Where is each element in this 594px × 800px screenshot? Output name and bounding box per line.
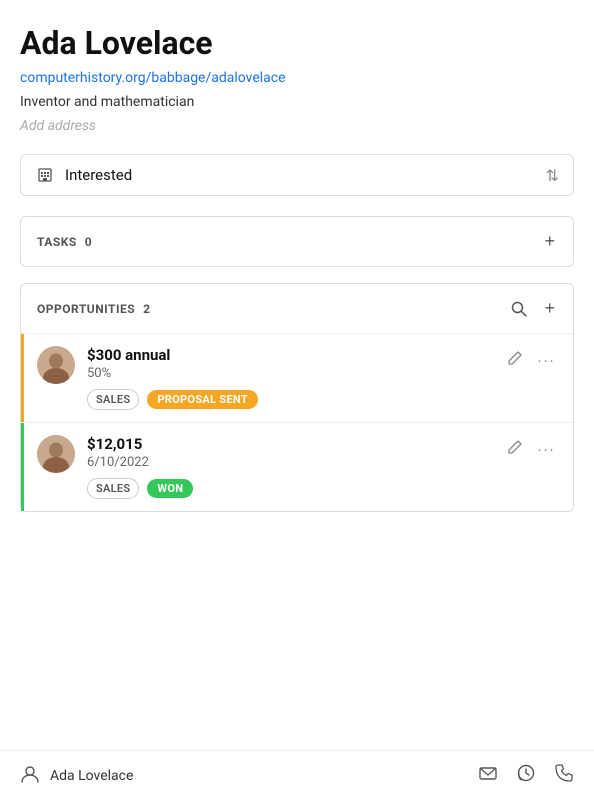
- opportunities-count: 2: [143, 302, 150, 316]
- opportunities-section-header: OPPORTUNITIES 2 +: [21, 284, 573, 333]
- website-link[interactable]: computerhistory.org/babbage/adalovelace: [20, 70, 574, 86]
- opportunity-pipeline-tag: SALES: [87, 389, 139, 410]
- avatar: [37, 435, 75, 473]
- opportunity-detail: 6/10/2022: [87, 455, 493, 470]
- opportunity-item: $300 annual 50% SALES PROPOSAL SENT ···: [21, 333, 573, 422]
- email-button[interactable]: [478, 763, 498, 788]
- footer-icons: [478, 763, 574, 788]
- opportunity-amount: $12,015: [87, 435, 493, 453]
- footer-bar: Ada Lovelace: [0, 750, 594, 800]
- status-select[interactable]: Interested ⇅: [20, 154, 574, 196]
- opportunity-item: $12,015 6/10/2022 SALES WON ···: [21, 422, 573, 511]
- opportunity-item-actions: ···: [505, 346, 557, 373]
- person-icon: [20, 764, 40, 788]
- building-icon: [35, 165, 55, 185]
- opportunity-content: $300 annual 50% SALES PROPOSAL SENT: [87, 346, 493, 410]
- tasks-title: TASKS 0: [37, 235, 92, 249]
- avatar: [37, 346, 75, 384]
- add-task-button[interactable]: +: [542, 229, 557, 254]
- opportunity-status-tag: PROPOSAL SENT: [147, 390, 258, 409]
- subtitle: Inventor and mathematician: [20, 94, 574, 110]
- opportunity-item-actions: ···: [505, 435, 557, 462]
- more-opportunity-button[interactable]: ···: [535, 439, 557, 461]
- opportunity-tags: SALES WON: [87, 478, 493, 499]
- opportunity-status-tag: WON: [147, 479, 193, 498]
- opportunity-content: $12,015 6/10/2022 SALES WON: [87, 435, 493, 499]
- more-opportunity-button[interactable]: ···: [535, 350, 557, 372]
- tasks-count: 0: [85, 235, 92, 249]
- opportunity-tags: SALES PROPOSAL SENT: [87, 389, 493, 410]
- tasks-section-header: TASKS 0 +: [21, 217, 573, 266]
- opportunities-section: OPPORTUNITIES 2 +: [20, 283, 574, 512]
- opportunities-title: OPPORTUNITIES 2: [37, 302, 150, 316]
- edit-opportunity-button[interactable]: [505, 348, 525, 373]
- activity-button[interactable]: [516, 763, 536, 788]
- opportunity-pipeline-tag: SALES: [87, 478, 139, 499]
- footer-contact: Ada Lovelace: [20, 764, 133, 788]
- page-title: Ada Lovelace: [20, 24, 574, 62]
- edit-opportunity-button[interactable]: [505, 437, 525, 462]
- tasks-section: TASKS 0 +: [20, 216, 574, 267]
- add-address[interactable]: Add address: [20, 118, 574, 134]
- search-opportunities-button[interactable]: [508, 298, 530, 320]
- opportunity-detail: 50%: [87, 366, 493, 381]
- opportunity-amount: $300 annual: [87, 346, 493, 364]
- status-label: Interested: [65, 166, 132, 184]
- footer-name: Ada Lovelace: [50, 768, 133, 784]
- opportunities-actions: +: [508, 296, 557, 321]
- add-opportunity-button[interactable]: +: [542, 296, 557, 321]
- phone-button[interactable]: [554, 763, 574, 788]
- chevron-updown-icon: ⇅: [546, 166, 559, 185]
